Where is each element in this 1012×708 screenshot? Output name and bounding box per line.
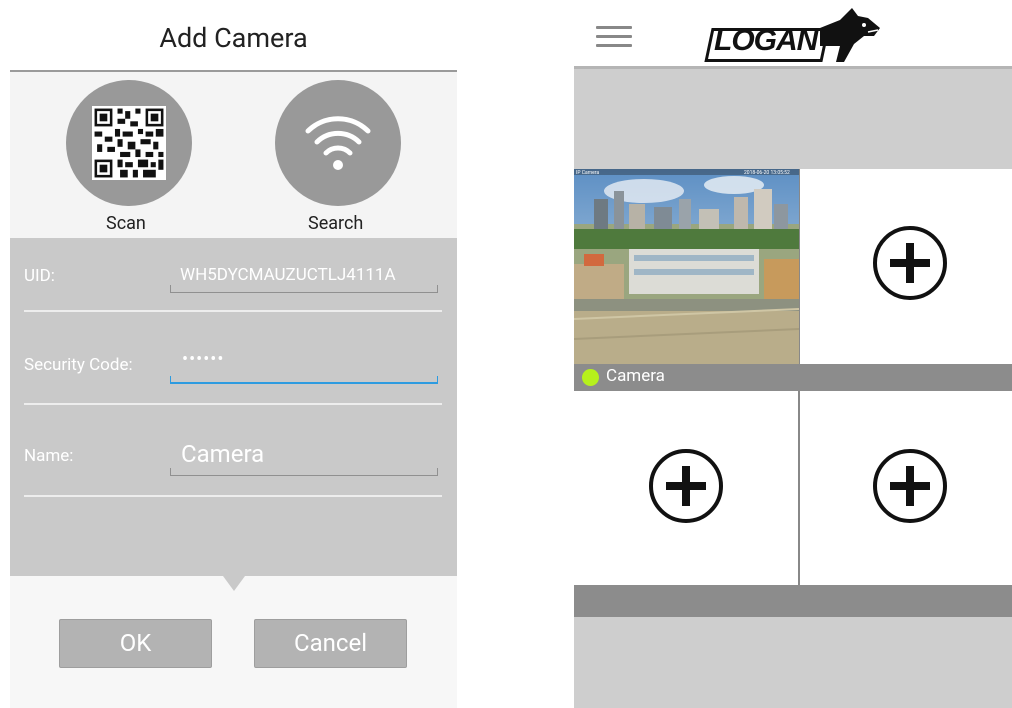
add-camera-icon[interactable] (872, 448, 948, 524)
scan-button[interactable] (66, 80, 192, 206)
uid-label: UID: (24, 266, 55, 286)
camera-grid: IP Camera 2018-06-20 13:05:52 Camera (574, 169, 1012, 585)
thumb-overlay-left: IP Camera (576, 170, 599, 176)
search-label: Search (308, 213, 364, 234)
security-code-input[interactable]: •••••• (182, 349, 224, 370)
row-divider (24, 403, 442, 405)
security-code-label: Security Code: (24, 355, 133, 375)
camera-viewer: LOGAN IP Camera 2018-06-20 13:05:52 Came… (574, 0, 1012, 708)
camera-name: Camera (606, 366, 665, 386)
thumb-overlay-right: 2018-06-20 13:05:52 (744, 170, 790, 176)
wolf-logo-icon (820, 8, 880, 62)
cancel-button[interactable]: Cancel (254, 619, 407, 668)
camera-status-bar: Camera (574, 364, 1012, 391)
name-input-underline (170, 468, 438, 476)
name-input[interactable]: Camera (181, 440, 264, 468)
camera-form: UID: WH5DYCMAUZUCTLJ4111A Security Code:… (10, 238, 457, 576)
top-bar: LOGAN (574, 0, 1012, 67)
menu-icon[interactable] (596, 26, 632, 48)
grid-bottom-bar (574, 585, 1012, 617)
name-label: Name: (24, 446, 74, 466)
row-divider (24, 310, 442, 312)
security-code-underline (170, 376, 438, 384)
row-divider (24, 495, 442, 497)
top-gray-band (574, 69, 1012, 169)
ok-button[interactable]: OK (59, 619, 212, 668)
grid-divider (798, 391, 800, 585)
add-camera-dialog: Add Camera Scan Search UID: WH5DYCMAUZUC… (0, 0, 470, 708)
bottom-gray-band (574, 617, 1012, 708)
wifi-icon (305, 116, 371, 170)
scan-label: Scan (106, 213, 146, 234)
brand-name: LOGAN (714, 24, 818, 57)
uid-input[interactable]: WH5DYCMAUZUCTLJ4111A (180, 265, 396, 285)
search-button[interactable] (275, 80, 401, 206)
online-status-dot (582, 369, 599, 386)
dialog-title: Add Camera (159, 22, 308, 54)
camera-thumbnail[interactable]: IP Camera 2018-06-20 13:05:52 (574, 169, 799, 364)
add-camera-icon[interactable] (648, 448, 724, 524)
camera-snapshot: IP Camera 2018-06-20 13:05:52 (574, 169, 799, 364)
add-camera-icon[interactable] (872, 225, 948, 301)
grid-divider (799, 169, 800, 364)
brand-logo: LOGAN (704, 6, 888, 64)
dialog-pointer (223, 576, 245, 591)
uid-input-underline (170, 285, 438, 293)
qr-code-icon (92, 106, 166, 180)
